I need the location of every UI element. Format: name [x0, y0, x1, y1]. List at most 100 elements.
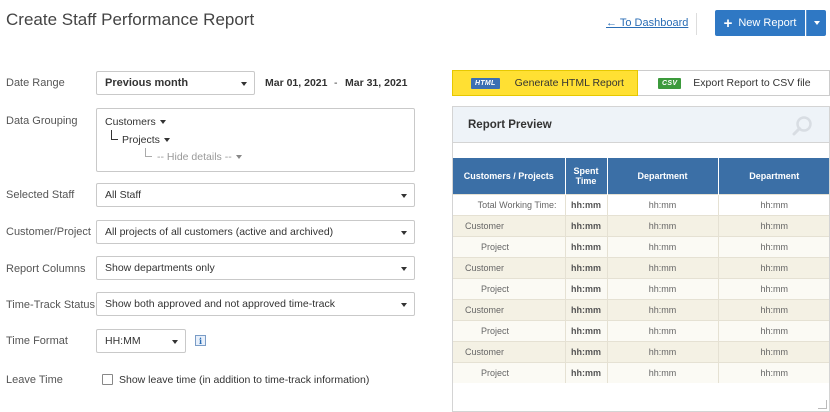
date-range-value: Previous month — [105, 77, 189, 89]
row-spent-time: hh:mm — [565, 319, 608, 341]
row-department-1: hh:mm — [607, 193, 719, 215]
report-columns-value: Show departments only — [105, 262, 215, 274]
grouping-level3-text: -- Hide details -- — [157, 151, 232, 163]
row-department-1: hh:mm — [607, 214, 719, 236]
row-name: Customer — [453, 340, 566, 362]
chevron-down-icon — [159, 120, 166, 124]
grouping-level-customers[interactable]: Customers — [105, 116, 166, 128]
row-department-2: hh:mm — [718, 361, 829, 383]
row-department-2: hh:mm — [718, 298, 829, 320]
table-row: Customer hh:mm hh:mm hh:mm — [453, 340, 829, 362]
selected-staff-select[interactable]: All Staff — [96, 183, 415, 207]
tree-connector — [111, 130, 118, 140]
row-name: Total Working Time: — [453, 193, 566, 215]
time-format-select[interactable]: HH:MM — [96, 329, 186, 353]
table-header-row: Customers / Projects Spent Time Departme… — [453, 158, 829, 194]
row-spent-time: hh:mm — [565, 361, 608, 383]
table-row: Project hh:mm hh:mm hh:mm — [453, 235, 829, 257]
header-divider — [696, 13, 697, 35]
column-header-spent-time: Spent Time — [565, 158, 608, 194]
leave-time-checkbox-label[interactable]: Show leave time (in addition to time-tra… — [119, 374, 369, 386]
row-department-2: hh:mm — [718, 235, 829, 257]
row-spent-time: hh:mm — [565, 235, 608, 257]
chevron-down-icon — [163, 138, 170, 142]
row-department-2: hh:mm — [718, 340, 829, 362]
spent-time-header-text: Spent Time — [573, 165, 599, 186]
chevron-down-icon — [235, 155, 242, 159]
tree-connector — [145, 148, 152, 157]
new-report-dropdown-toggle[interactable] — [806, 10, 826, 36]
chevron-down-icon — [401, 231, 407, 235]
column-header-department: Department — [607, 158, 719, 194]
column-header-customers-projects: Customers / Projects — [453, 158, 566, 194]
row-department-1: hh:mm — [607, 256, 719, 278]
time-track-status-select[interactable]: Show both approved and not approved time… — [96, 292, 415, 316]
row-department-1: hh:mm — [607, 340, 719, 362]
info-icon[interactable]: i — [195, 335, 206, 346]
plus-icon: + — [723, 14, 733, 32]
row-department-2: hh:mm — [718, 277, 829, 299]
customer-project-label: Customer/Project — [6, 226, 91, 238]
date-range-separator: - — [334, 77, 338, 89]
export-csv-button[interactable]: CSV Export Report to CSV file — [638, 70, 830, 96]
leave-time-label: Leave Time — [6, 374, 63, 386]
grouping-level2-text: Projects — [122, 134, 160, 146]
row-spent-time: hh:mm — [565, 277, 608, 299]
table-row: Customer hh:mm hh:mm hh:mm — [453, 298, 829, 320]
generate-html-label: Generate HTML Report — [514, 77, 624, 89]
selected-staff-value: All Staff — [105, 189, 141, 201]
customer-project-select[interactable]: All projects of all customers (active an… — [96, 220, 415, 244]
new-report-label: New Report — [738, 17, 797, 29]
report-columns-label: Report Columns — [6, 263, 86, 275]
table-row: Project hh:mm hh:mm hh:mm — [453, 319, 829, 341]
time-format-label: Time Format — [6, 335, 68, 347]
row-name: Customer — [453, 298, 566, 320]
to-dashboard-link[interactable]: ← To Dashboard — [606, 17, 688, 29]
report-preview-title: Report Preview — [468, 119, 552, 131]
customer-project-value: All projects of all customers (active an… — [105, 226, 334, 238]
row-department-2: hh:mm — [718, 256, 829, 278]
csv-file-icon: CSV — [658, 77, 682, 89]
grouping-level1-text: Customers — [105, 116, 156, 128]
row-department-1: hh:mm — [607, 361, 719, 383]
export-csv-label: Export Report to CSV file — [693, 77, 811, 89]
table-row: Project hh:mm hh:mm hh:mm — [453, 277, 829, 299]
row-name: Project — [453, 319, 566, 341]
grouping-level-projects[interactable]: Projects — [122, 134, 170, 146]
row-spent-time: hh:mm — [565, 340, 608, 362]
grouping-level-hide-details[interactable]: -- Hide details -- — [157, 151, 242, 163]
row-department-1: hh:mm — [607, 235, 719, 257]
chevron-down-icon — [401, 194, 407, 198]
row-spent-time: hh:mm — [565, 256, 608, 278]
magnifier-icon — [792, 116, 812, 136]
time-track-status-value: Show both approved and not approved time… — [105, 298, 335, 310]
table-row: Total Working Time: hh:mm hh:mm hh:mm — [453, 193, 829, 215]
column-header-department: Department — [718, 158, 829, 194]
generate-html-button[interactable]: HTML Generate HTML Report — [452, 70, 638, 96]
row-spent-time: hh:mm — [565, 193, 608, 215]
row-name: Customer — [453, 256, 566, 278]
row-department-1: hh:mm — [607, 277, 719, 299]
row-department-1: hh:mm — [607, 319, 719, 341]
row-department-2: hh:mm — [718, 319, 829, 341]
chevron-down-icon — [401, 303, 407, 307]
table-row: Customer hh:mm hh:mm hh:mm — [453, 256, 829, 278]
table-row: Customer hh:mm hh:mm hh:mm — [453, 214, 829, 236]
resize-handle-icon[interactable] — [818, 400, 827, 409]
report-columns-select[interactable]: Show departments only — [96, 256, 415, 280]
date-range-end: Mar 31, 2021 — [345, 77, 408, 89]
date-range-select[interactable]: Previous month — [96, 71, 255, 95]
time-track-status-label: Time-Track Status — [6, 299, 96, 311]
row-department-2: hh:mm — [718, 193, 829, 215]
row-name: Project — [453, 277, 566, 299]
new-report-button[interactable]: + New Report — [715, 10, 805, 36]
data-grouping-label: Data Grouping — [6, 115, 78, 127]
row-name: Project — [453, 361, 566, 383]
date-range-start: Mar 01, 2021 — [265, 77, 328, 89]
page-title: Create Staff Performance Report — [6, 10, 255, 29]
date-range-label: Date Range — [6, 77, 65, 89]
leave-time-checkbox[interactable] — [102, 374, 113, 385]
chevron-down-icon — [241, 82, 247, 86]
chevron-down-icon — [401, 267, 407, 271]
data-grouping-box: Customers Projects -- Hide details -- — [96, 108, 415, 172]
